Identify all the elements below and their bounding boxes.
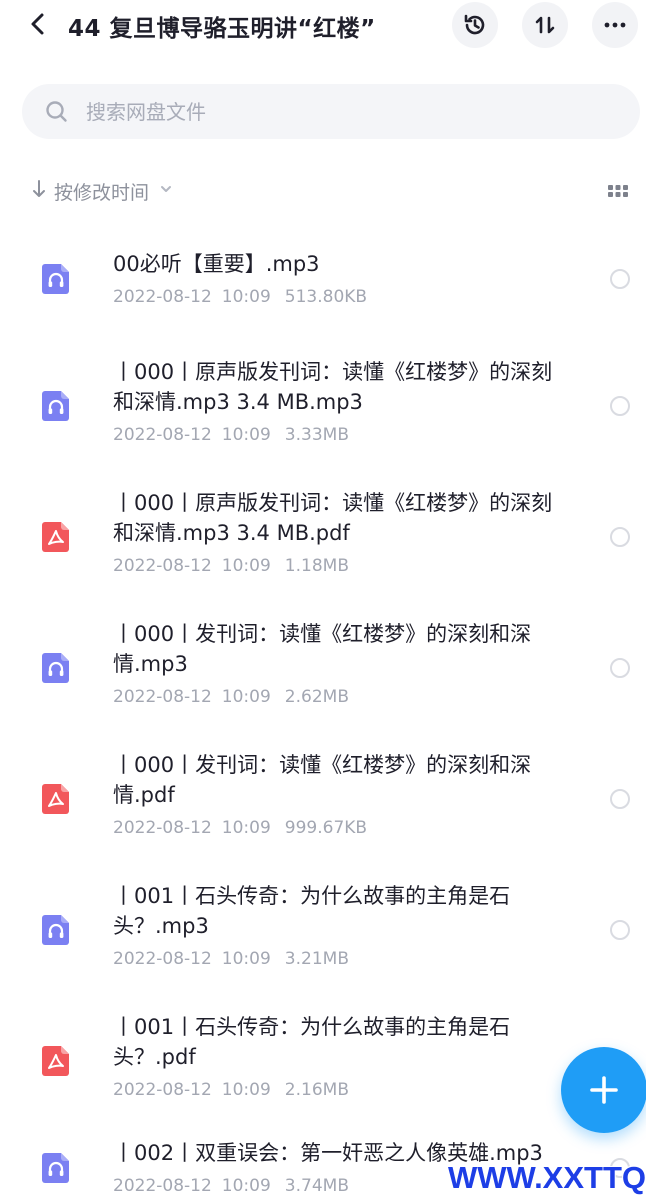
file-name: 丨001丨石头传奇：为什么故事的主角是石头？.mp3	[113, 884, 511, 938]
add-button[interactable]	[561, 1047, 646, 1133]
file-row[interactable]: 丨001丨石头传奇：为什么故事的主角是石头？.pdf 2022-08-12 10:0…	[0, 997, 646, 1117]
arrow-down-icon	[30, 178, 48, 204]
file-time: 10:09	[221, 287, 271, 307]
audio-file-icon	[40, 262, 72, 296]
file-date: 2022-08-12	[113, 818, 212, 838]
search-input[interactable]	[86, 84, 606, 139]
file-row[interactable]: 丨001丨石头传奇：为什么故事的主角是石头？.mp3 2022-08-12 10:0…	[0, 866, 646, 986]
file-time: 10:09	[221, 818, 271, 838]
back-button[interactable]	[20, 6, 56, 42]
file-row[interactable]: 丨000丨原声版发刊词：读懂《红楼梦》的深刻和深情.mp3 3.4 MB.pdf…	[0, 473, 646, 593]
file-size: 3.33MB	[284, 425, 349, 445]
file-meta: 2022-08-12 10:09 2.16MB	[113, 1080, 349, 1100]
file-date: 2022-08-12	[113, 425, 212, 445]
file-meta: 2022-08-12 10:09 1.18MB	[113, 556, 349, 576]
file-meta: 2022-08-12 10:09 3.21MB	[113, 949, 349, 969]
select-checkbox[interactable]	[610, 658, 630, 678]
file-name: 00必听【重要】.mp3	[113, 252, 320, 276]
sort-toggle-icon	[535, 16, 555, 34]
file-date: 2022-08-12	[113, 687, 212, 707]
select-checkbox[interactable]	[610, 789, 630, 809]
file-date: 2022-08-12	[113, 287, 212, 307]
search-icon	[46, 101, 67, 122]
file-size: 3.21MB	[284, 949, 349, 969]
file-date: 2022-08-12	[113, 949, 212, 969]
chevron-left-icon	[31, 13, 44, 35]
history-button[interactable]	[452, 2, 498, 48]
file-name: 丨001丨石头传奇：为什么故事的主角是石头？.pdf	[113, 1015, 511, 1069]
audio-file-icon	[40, 1151, 72, 1185]
pdf-file-icon	[40, 520, 72, 554]
file-meta: 2022-08-12 10:09 513.80KB	[113, 287, 367, 307]
file-size: 2.62MB	[284, 687, 349, 707]
file-meta: 2022-08-12 10:09 999.67KB	[113, 818, 367, 838]
more-button[interactable]	[592, 2, 638, 48]
select-checkbox[interactable]	[610, 920, 630, 940]
history-icon	[464, 14, 485, 35]
audio-file-icon	[40, 913, 72, 947]
file-time: 10:09	[221, 425, 271, 445]
page-title: 44 复旦博导骆玉明讲“红楼”	[68, 16, 376, 42]
file-time: 10:09	[221, 949, 271, 969]
sort-toggle-button[interactable]	[522, 2, 568, 48]
file-name: 丨000丨发刊词：读懂《红楼梦》的深刻和深情.pdf	[113, 753, 532, 807]
audio-file-icon	[40, 389, 72, 423]
grid-view-icon	[608, 185, 628, 197]
select-checkbox[interactable]	[610, 396, 630, 416]
file-time: 10:09	[221, 1176, 271, 1196]
audio-file-icon	[40, 651, 72, 685]
file-browser-page: 44 复旦博导骆玉明讲“红楼” 搜索网盘文件 按修改时间 00必听【重要】.mp…	[0, 0, 646, 1200]
file-size: 3.74MB	[284, 1176, 349, 1196]
file-row[interactable]: 丨000丨发刊词：读懂《红楼梦》的深刻和深情.mp3 2022-08-12 10:0…	[0, 604, 646, 724]
grid-view-button[interactable]	[606, 180, 630, 202]
more-icon	[604, 22, 626, 28]
file-name: 丨000丨原声版发刊词：读懂《红楼梦》的深刻和深情.mp3 3.4 MB.pdf	[113, 491, 553, 545]
file-size: 513.80KB	[284, 287, 368, 307]
plus-icon	[590, 1076, 618, 1104]
pdf-file-icon	[40, 1044, 72, 1078]
file-row[interactable]: 00必听【重要】.mp3 2022-08-12 10:09 513.80KB	[0, 224, 646, 334]
file-date: 2022-08-12	[113, 1176, 212, 1196]
file-size: 1.18MB	[284, 556, 349, 576]
file-size: 999.67KB	[284, 818, 368, 838]
file-name: 丨000丨原声版发刊词：读懂《红楼梦》的深刻和深情.mp3 3.4 MB.mp3	[113, 360, 553, 414]
file-meta: 2022-08-12 10:09 3.33MB	[113, 425, 349, 445]
sort-label: 按修改时间	[54, 181, 150, 204]
file-time: 10:09	[221, 687, 271, 707]
file-time: 10:09	[221, 556, 271, 576]
file-meta: 2022-08-12 10:09 3.74MB	[113, 1176, 349, 1196]
file-row[interactable]: 丨000丨原声版发刊词：读懂《红楼梦》的深刻和深情.mp3 3.4 MB.mp3…	[0, 342, 646, 462]
file-time: 10:09	[221, 1080, 271, 1100]
pdf-file-icon	[40, 782, 72, 816]
select-checkbox[interactable]	[610, 527, 630, 547]
select-checkbox[interactable]	[610, 269, 630, 289]
search-bar[interactable]	[22, 84, 640, 139]
file-row[interactable]: 丨000丨发刊词：读懂《红楼梦》的深刻和深情.pdf 2022-08-12 10:0…	[0, 735, 646, 855]
file-size: 2.16MB	[284, 1080, 349, 1100]
file-meta: 2022-08-12 10:09 2.62MB	[113, 687, 349, 707]
header: 44 复旦博导骆玉明讲“红楼”	[0, 0, 646, 56]
file-date: 2022-08-12	[113, 556, 212, 576]
sort-selector[interactable]: 按修改时间	[30, 176, 175, 206]
chevron-down-icon	[149, 180, 175, 202]
file-name: 丨000丨发刊词：读懂《红楼梦》的深刻和深情.mp3	[113, 622, 532, 676]
watermark: WWW.XXTTQ.COM	[448, 1160, 646, 1195]
file-date: 2022-08-12	[113, 1080, 212, 1100]
